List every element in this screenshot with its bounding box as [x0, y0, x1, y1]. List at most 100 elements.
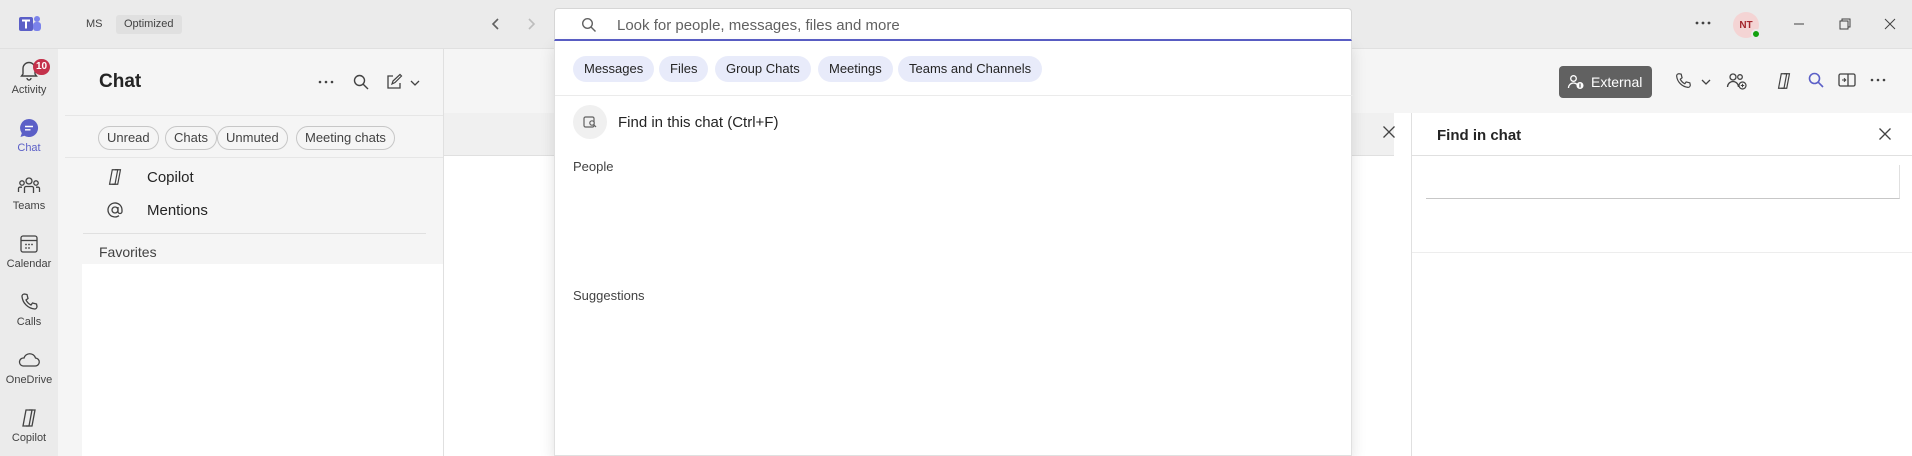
dismiss-strip-button[interactable]	[1382, 125, 1396, 144]
external-people-icon	[1567, 75, 1584, 89]
scope-meetings[interactable]: Meetings	[818, 56, 893, 82]
minimize-icon	[1794, 23, 1804, 25]
rail-item-onedrive[interactable]: OneDrive	[0, 343, 58, 399]
global-search-box[interactable]	[554, 8, 1352, 41]
restore-button[interactable]	[1834, 13, 1856, 35]
page-title: Chat	[99, 71, 142, 92]
find-panel-title: Find in chat	[1437, 127, 1522, 144]
find-in-chat-button[interactable]	[1807, 71, 1825, 94]
list-item-label: Copilot	[147, 168, 194, 186]
scope-teams-and-channels[interactable]: Teams and Channels	[898, 56, 1043, 82]
scope-group-chats[interactable]: Group Chats	[715, 56, 811, 82]
search-icon	[353, 74, 369, 90]
minimize-button[interactable]	[1788, 13, 1810, 35]
chat-header-more-button[interactable]	[1869, 71, 1887, 94]
list-item-label: Mentions	[147, 201, 208, 219]
scope-files[interactable]: Files	[659, 56, 709, 82]
new-chat-button[interactable]	[385, 73, 403, 96]
activity-badge: 10	[33, 59, 51, 75]
rail-item-label: Activity	[11, 84, 47, 96]
rail-item-copilot[interactable]: Copilot	[0, 401, 58, 456]
phone-icon	[1676, 73, 1691, 88]
search-icon	[581, 17, 596, 32]
find-in-this-chat-option[interactable]: Find in this chat (Ctrl+F)	[573, 105, 778, 139]
teams-logo-icon	[19, 16, 41, 31]
suggestions-heading: Suggestions	[573, 288, 645, 303]
favorites-list	[82, 264, 443, 456]
at-sign-icon	[107, 202, 123, 218]
app-rail: 10 Activity Chat Teams Calendar Calls On…	[0, 49, 58, 456]
chevron-right-icon	[528, 18, 536, 30]
chevron-down-icon	[1701, 79, 1711, 85]
filter-meeting-chats[interactable]: Meeting chats	[296, 126, 395, 150]
list-item-copilot[interactable]: Copilot	[105, 167, 194, 187]
favorites-heading[interactable]: Favorites	[99, 244, 157, 260]
scope-messages[interactable]: Messages	[573, 56, 655, 82]
presence-available-icon	[1751, 29, 1761, 39]
close-window-button[interactable]	[1879, 13, 1901, 35]
filter-unread[interactable]: Unread	[98, 126, 159, 150]
rail-item-label: Calendar	[6, 258, 52, 270]
find-in-chat-panel: Find in chat	[1411, 113, 1912, 456]
rail-item-label: Copilot	[11, 432, 47, 444]
close-find-panel-button[interactable]	[1878, 127, 1892, 146]
new-chat-dropdown-button[interactable]	[409, 76, 421, 94]
back-button[interactable]	[485, 13, 507, 35]
more-horizontal-icon	[318, 80, 334, 84]
divider	[555, 95, 1353, 96]
external-label: External	[1591, 74, 1643, 90]
call-button[interactable]	[1673, 71, 1693, 96]
list-item-mentions[interactable]: Mentions	[105, 200, 208, 220]
rail-item-chat[interactable]: Chat	[0, 111, 58, 167]
global-search-input[interactable]	[617, 13, 1317, 37]
chevron-left-icon	[491, 18, 499, 30]
rail-item-calls[interactable]: Calls	[0, 285, 58, 341]
chat-more-options-button[interactable]	[317, 73, 335, 96]
divider	[83, 233, 426, 234]
open-side-panel-button[interactable]	[1837, 71, 1857, 94]
optimized-badge: Optimized	[116, 15, 182, 34]
search-suggestions-dropdown: Messages Files Group Chats Meetings Team…	[554, 41, 1353, 456]
copilot-icon	[108, 169, 122, 185]
people-add-icon	[1726, 73, 1747, 90]
divider	[1412, 252, 1912, 253]
search-icon	[1808, 72, 1824, 88]
find-in-chat-icon	[573, 105, 607, 139]
settings-more-button[interactable]	[1693, 13, 1713, 38]
find-in-this-chat-label: Find in this chat (Ctrl+F)	[618, 113, 779, 131]
account-label[interactable]: MS	[78, 15, 111, 34]
restore-icon	[1839, 18, 1851, 30]
chat-icon	[20, 118, 39, 137]
find-in-chat-input[interactable]	[1426, 165, 1900, 199]
rail-item-label: Calls	[16, 316, 42, 328]
rail-item-label: Teams	[12, 200, 46, 212]
chevron-down-icon	[410, 80, 420, 86]
rail-item-calendar[interactable]: Calendar	[0, 227, 58, 283]
chat-search-button[interactable]	[352, 73, 370, 96]
more-horizontal-icon	[1870, 78, 1886, 82]
find-panel-header: Find in chat	[1412, 113, 1912, 156]
calendar-icon	[20, 235, 38, 253]
more-horizontal-icon	[1695, 21, 1711, 25]
people-heading: People	[573, 159, 614, 174]
rail-item-teams[interactable]: Teams	[0, 169, 58, 225]
close-icon	[1884, 18, 1896, 30]
rail-item-activity[interactable]: 10 Activity	[0, 53, 58, 109]
teams-people-icon	[17, 177, 41, 193]
add-people-button[interactable]	[1726, 71, 1748, 96]
filter-chats[interactable]: Chats	[165, 126, 217, 150]
close-icon	[1879, 128, 1891, 140]
filter-unmuted[interactable]: Unmuted	[217, 126, 288, 150]
call-options-dropdown[interactable]	[1700, 75, 1712, 93]
copilot-icon	[1777, 73, 1791, 89]
close-icon	[1383, 126, 1395, 138]
copilot-button[interactable]	[1774, 71, 1794, 96]
external-button[interactable]: External	[1559, 66, 1653, 98]
phone-icon	[21, 293, 38, 310]
rail-item-label: Chat	[17, 142, 41, 154]
rail-item-label: OneDrive	[5, 374, 53, 386]
copilot-icon	[22, 409, 36, 427]
chat-list-panel: Chat Unread Chats Unmuted Meeting chats …	[65, 49, 443, 456]
forward-button[interactable]	[520, 13, 542, 35]
chat-filter-bar: Unread Chats Unmuted Meeting chats	[65, 115, 443, 158]
